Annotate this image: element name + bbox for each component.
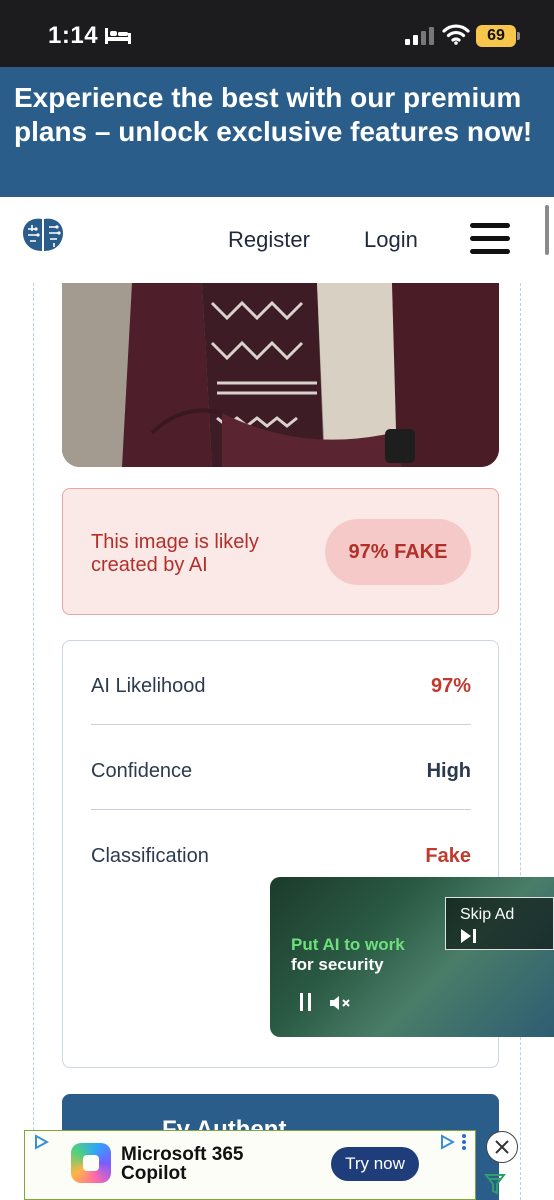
detail-value: High [426, 760, 471, 782]
detail-value: Fake [425, 845, 471, 867]
mute-icon[interactable] [328, 993, 352, 1013]
battery-indicator: 69 [476, 25, 516, 47]
cellular-signal-icon [405, 27, 434, 45]
ad-title-line2: Copilot [121, 1163, 187, 1184]
ad-filter-icon[interactable] [484, 1172, 506, 1196]
close-icon[interactable] [487, 1132, 517, 1162]
status-time: 1:14 [48, 22, 99, 49]
skip-ad-button[interactable]: Skip Ad [445, 897, 554, 950]
ad-options-icon[interactable] [461, 1133, 467, 1151]
hamburger-menu-icon[interactable] [470, 223, 510, 255]
row-divider [91, 723, 471, 725]
row-divider [91, 808, 471, 810]
sleep-bed-icon [105, 28, 131, 44]
app-page: 1:14 69 Experience the best with our pre… [0, 0, 554, 1200]
detail-label: Confidence [91, 760, 193, 782]
brain-logo-icon[interactable] [20, 215, 66, 255]
detail-row-confidence: Confidence High [91, 726, 471, 810]
adchoices-icon[interactable] [439, 1134, 455, 1150]
video-ad-subline: for security [291, 955, 384, 974]
skip-forward-icon[interactable] [460, 928, 478, 944]
dashed-border-left [33, 283, 34, 1200]
analyzed-image [62, 283, 499, 467]
video-ad-headline: Put AI to work [291, 935, 405, 954]
close-ad-button[interactable] [486, 1131, 518, 1163]
detail-label: Classification [91, 845, 209, 867]
wifi-icon [442, 24, 470, 45]
promo-banner[interactable]: Experience the best with our premium pla… [0, 67, 554, 197]
status-bar: 1:14 69 [0, 0, 554, 67]
bottom-ad-banner[interactable]: Microsoft 365 Copilot Try now [24, 1130, 476, 1200]
skip-ad-label[interactable]: Skip Ad [460, 906, 514, 924]
copilot-logo-icon [71, 1143, 111, 1183]
adchoices-icon[interactable] [33, 1134, 49, 1150]
dashed-border-right [520, 283, 521, 1200]
verdict-banner: This image is likely created by AI 97% F… [62, 488, 499, 615]
verdict-message: This image is likely created by AI [91, 531, 259, 576]
login-link[interactable]: Login [364, 227, 418, 253]
fake-score-badge: 97% FAKE [325, 519, 471, 585]
pause-icon[interactable] [297, 991, 315, 1013]
ad-title-line1: Microsoft 365 [121, 1144, 244, 1165]
battery-tip [517, 32, 520, 40]
promo-text[interactable]: Experience the best with our premium pla… [14, 81, 534, 149]
register-link[interactable]: Register [228, 227, 310, 253]
top-nav: Register Login [0, 197, 554, 283]
page-scrollbar[interactable] [545, 205, 549, 255]
detail-row-ai-likelihood: AI Likelihood 97% [91, 641, 471, 725]
detail-value: 97% [430, 675, 471, 697]
try-now-button[interactable]: Try now [331, 1147, 419, 1181]
analyzed-image-graphic [62, 283, 499, 467]
detail-label: AI Likelihood [91, 675, 206, 697]
